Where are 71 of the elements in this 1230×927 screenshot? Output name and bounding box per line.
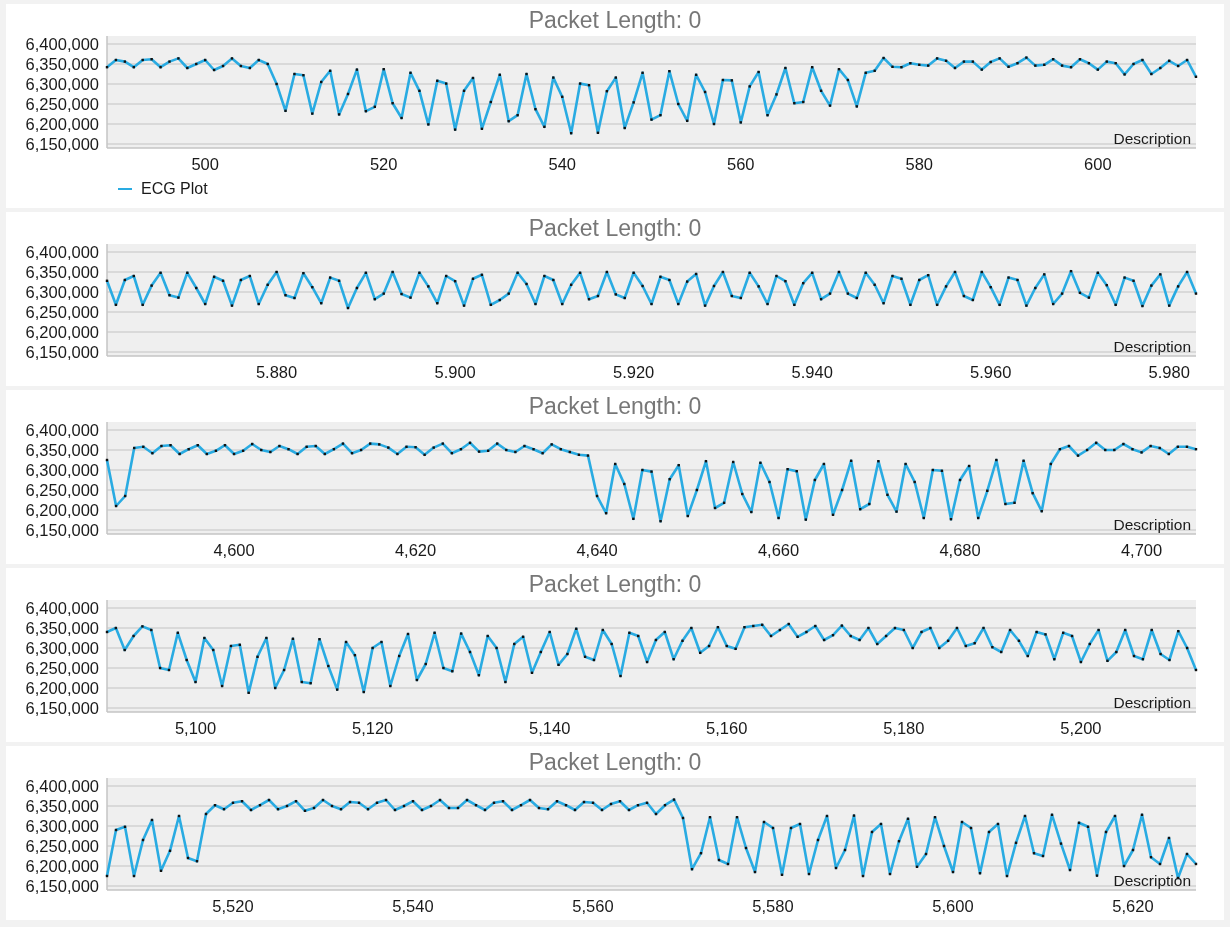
x-tick-label: 5.880: [255, 363, 298, 381]
x-tick-label: 5,100: [174, 719, 217, 737]
x-tick-label: 5,200: [1060, 719, 1102, 737]
x-tick-label: 5,140: [529, 719, 571, 737]
x-tick-label: 540: [548, 155, 576, 173]
y-tick-label: 6,350,000: [25, 441, 99, 459]
y-tick-label: 6,400,000: [25, 35, 99, 53]
x-tick-label: 5,160: [706, 719, 748, 737]
x-tick-label: 5,520: [212, 897, 254, 915]
x-tick-label: 520: [369, 155, 398, 173]
description-label: Description: [1113, 130, 1191, 147]
y-tick-label: 6,350,000: [25, 619, 99, 637]
x-tick-label: 5,620: [1112, 897, 1154, 915]
chart-title: Packet Length: 0: [528, 9, 702, 32]
x-tick-label: 5,120: [351, 719, 394, 737]
chart-title: Packet Length: 0: [528, 395, 702, 418]
y-tick-label: 6,150,000: [25, 135, 99, 153]
y-tick-label: 6,400,000: [25, 243, 99, 261]
y-tick-label: 6,250,000: [25, 837, 99, 855]
x-tick-label: 560: [727, 155, 755, 173]
y-tick-label: 6,150,000: [25, 877, 99, 895]
x-tick-label: 4,660: [757, 541, 800, 559]
chart-title: Packet Length: 0: [528, 751, 702, 774]
y-tick-label: 6,300,000: [25, 283, 99, 301]
y-tick-label: 6,250,000: [25, 481, 99, 499]
y-tick-label: 6,250,000: [25, 659, 99, 677]
y-tick-label: 6,200,000: [25, 857, 99, 875]
x-tick-label: 5,540: [392, 897, 434, 915]
x-tick-label: 500: [191, 155, 219, 173]
description-label: Description: [1113, 516, 1191, 533]
y-tick-label: 6,150,000: [25, 521, 99, 539]
y-tick-label: 6,150,000: [25, 343, 99, 361]
x-tick-label: 4,620: [394, 541, 437, 559]
description-label: Description: [1113, 872, 1191, 889]
y-tick-label: 6,200,000: [25, 679, 99, 697]
legend-label: ECG Plot: [141, 180, 208, 198]
y-tick-label: 6,200,000: [25, 323, 99, 341]
y-tick-label: 6,150,000: [25, 699, 99, 717]
x-tick-label: 5.920: [613, 363, 655, 381]
y-tick-label: 6,350,000: [25, 55, 99, 73]
x-tick-label: 5.980: [1148, 363, 1190, 381]
x-tick-label: 4,640: [576, 541, 618, 559]
y-tick-label: 6,400,000: [25, 421, 99, 439]
chart-title: Packet Length: 0: [528, 217, 702, 240]
x-tick-label: 5.940: [791, 363, 833, 381]
x-tick-label: 580: [905, 155, 934, 173]
y-tick-label: 6,200,000: [25, 501, 99, 519]
x-tick-label: 4,700: [1120, 541, 1163, 559]
x-tick-label: 5,600: [932, 897, 974, 915]
x-tick-label: 5,560: [572, 897, 614, 915]
y-tick-label: 6,350,000: [25, 263, 99, 281]
x-tick-label: 4,680: [939, 541, 981, 559]
chart-title: Packet Length: 0: [528, 573, 702, 596]
x-tick-label: 5.900: [434, 363, 476, 381]
y-tick-label: 6,350,000: [25, 797, 99, 815]
y-tick-label: 6,300,000: [25, 639, 99, 657]
x-tick-label: 600: [1084, 155, 1112, 173]
y-tick-label: 6,300,000: [25, 75, 99, 93]
x-tick-label: 5,180: [883, 719, 925, 737]
y-tick-label: 6,400,000: [25, 599, 99, 617]
y-tick-label: 6,300,000: [25, 817, 99, 835]
y-tick-label: 6,200,000: [25, 115, 99, 133]
y-tick-label: 6,250,000: [25, 95, 99, 113]
description-label: Description: [1113, 338, 1191, 355]
y-tick-label: 6,300,000: [25, 461, 99, 479]
x-tick-label: 5.960: [970, 363, 1012, 381]
description-label: Description: [1113, 694, 1191, 711]
x-tick-label: 4,600: [213, 541, 255, 559]
x-tick-label: 5,580: [752, 897, 794, 915]
y-tick-label: 6,400,000: [25, 777, 99, 795]
y-tick-label: 6,250,000: [25, 303, 99, 321]
